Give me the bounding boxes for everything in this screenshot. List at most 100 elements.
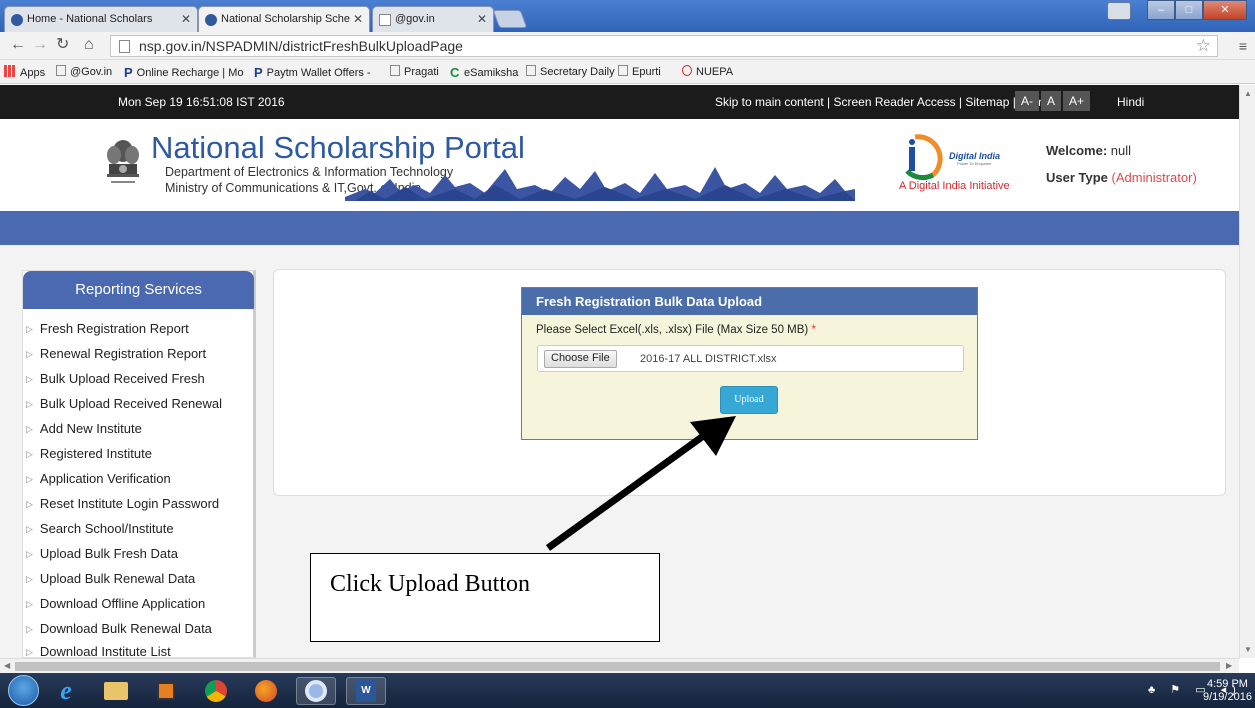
- bookmark-star-icon[interactable]: ☆: [1196, 36, 1211, 56]
- tab-label: @gov.in: [395, 13, 435, 25]
- taskbar-clock[interactable]: 4:59 PM 9/19/2016: [1203, 678, 1252, 704]
- sidebar-item-reset-institute-login-password[interactable]: ▷ Reset Institute Login Password: [26, 496, 219, 511]
- user-type-text: User Type (Administrator): [1046, 170, 1197, 185]
- sidebar-item-download-institute-list[interactable]: ▷ Download Institute List: [26, 644, 171, 659]
- minimize-button[interactable]: –: [1147, 0, 1175, 20]
- close-tab-icon[interactable]: ✕: [477, 12, 487, 26]
- triangle-right-icon: ▷: [26, 399, 33, 409]
- esamiksha-icon: C: [450, 65, 460, 80]
- bookmark-apps[interactable]: Apps: [4, 65, 45, 79]
- menu-icon[interactable]: ≡: [1239, 38, 1247, 54]
- scroll-thumb[interactable]: [15, 662, 1220, 671]
- page-icon: [618, 65, 628, 76]
- bookmark-recharge[interactable]: P Online Recharge | Mo: [124, 65, 243, 80]
- vertical-scrollbar[interactable]: ▲ ▼: [1239, 85, 1255, 658]
- sidebar-item-download-offline-application[interactable]: ▷ Download Offline Application: [26, 596, 205, 611]
- apps-grid-icon: [4, 65, 16, 77]
- required-marker: *: [811, 324, 816, 336]
- triangle-right-icon: ▷: [26, 549, 33, 559]
- site-icon: [11, 14, 23, 26]
- maximize-button[interactable]: □: [1175, 0, 1203, 20]
- svg-text:Power To Empower: Power To Empower: [957, 161, 992, 166]
- firefox-icon[interactable]: [246, 677, 286, 705]
- tab-national-scholarship[interactable]: National Scholarship Sche ✕: [198, 6, 370, 32]
- tab-gov-mail[interactable]: @gov.in ✕: [372, 6, 494, 32]
- clock-time: 4:59 PM: [1206, 678, 1248, 690]
- sidebar-item-add-new-institute[interactable]: ▷ Add New Institute: [26, 421, 142, 436]
- chrome-active-icon[interactable]: [296, 677, 336, 705]
- bookmark-epurti[interactable]: Epurti: [618, 65, 661, 78]
- tab-home[interactable]: Home - National Scholars ✕: [4, 6, 198, 32]
- upload-button[interactable]: Upload: [720, 386, 778, 414]
- hindi-link[interactable]: Hindi: [1117, 95, 1144, 109]
- scroll-up-icon[interactable]: ▲: [1244, 89, 1252, 98]
- bookmark-esamiksha[interactable]: CeSamiksha: [450, 65, 518, 80]
- scroll-right-icon[interactable]: ▶: [1226, 661, 1232, 670]
- upload-form-title: Fresh Registration Bulk Data Upload: [522, 288, 977, 315]
- site-top-bar: Mon Sep 19 16:51:08 IST 2016 Skip to mai…: [0, 85, 1239, 119]
- new-tab-button[interactable]: [492, 10, 528, 28]
- user-profile-button[interactable]: [1107, 2, 1131, 20]
- file-input[interactable]: Choose File 2016-17 ALL DISTRICT.xlsx: [537, 345, 964, 372]
- tab-label: Home - National Scholars: [27, 13, 153, 25]
- horizontal-scrollbar[interactable]: ◀ ▶: [0, 658, 1239, 673]
- page-icon: [119, 40, 130, 53]
- file-explorer-icon[interactable]: [96, 677, 136, 705]
- chrome-icon[interactable]: [196, 677, 236, 705]
- sidebar-item-search-school-institute[interactable]: ▷ Search School/Institute: [26, 521, 174, 536]
- selected-file-name: 2016-17 ALL DISTRICT.xlsx: [640, 353, 777, 365]
- sidebar-item-upload-bulk-renewal-data[interactable]: ▷ Upload Bulk Renewal Data: [26, 571, 195, 586]
- bookmark-secretary-daily[interactable]: Secretary Daily: [526, 65, 615, 78]
- window-controls: – □ ✕: [1147, 0, 1247, 22]
- sidebar-item-bulk-upload-received-renewal[interactable]: ▷ Bulk Upload Received Renewal: [26, 396, 222, 411]
- bookmark-paytm[interactable]: P Paytm Wallet Offers -: [254, 65, 371, 80]
- font-increase-button[interactable]: A+: [1063, 91, 1091, 111]
- accessibility-links[interactable]: Skip to main content | Screen Reader Acc…: [715, 95, 1058, 109]
- sidebar-item-download-bulk-renewal-data[interactable]: ▷ Download Bulk Renewal Data: [26, 621, 212, 636]
- media-player-icon[interactable]: [146, 677, 186, 705]
- sidebar-item-registered-institute[interactable]: ▷ Registered Institute: [26, 446, 152, 461]
- close-window-button[interactable]: ✕: [1203, 0, 1247, 20]
- sidebar-item-fresh-registration-report[interactable]: ▷ Fresh Registration Report: [26, 321, 189, 336]
- sidebar-item-bulk-upload-received-fresh[interactable]: ▷ Bulk Upload Received Fresh: [26, 371, 205, 386]
- font-normal-button[interactable]: A: [1041, 91, 1062, 111]
- paytm-icon: P: [124, 65, 133, 80]
- page-icon: [390, 65, 400, 76]
- bookmark-gov[interactable]: @Gov.in: [56, 65, 112, 78]
- page-icon: [526, 65, 536, 76]
- bulk-upload-form: Fresh Registration Bulk Data Upload Plea…: [521, 287, 978, 440]
- forward-icon[interactable]: →: [32, 37, 48, 53]
- back-icon[interactable]: ←: [10, 37, 26, 53]
- triangle-right-icon: ▷: [26, 499, 33, 509]
- sidebar-item-renewal-registration-report[interactable]: ▷ Renewal Registration Report: [26, 346, 206, 361]
- address-bar[interactable]: nsp.gov.in/NSPADMIN/districtFreshBulkUpl…: [110, 35, 1218, 57]
- triangle-right-icon: ▷: [26, 624, 33, 634]
- national-emblem-icon: [107, 140, 139, 183]
- windows-taskbar: e W ♣ ⚑ ▭ ◂) 4:59 PM 9/19/2016: [0, 673, 1255, 708]
- word-icon[interactable]: W: [346, 677, 386, 705]
- start-button[interactable]: [8, 675, 39, 706]
- font-decrease-button[interactable]: A-: [1015, 91, 1039, 111]
- internet-explorer-icon[interactable]: e: [46, 676, 86, 705]
- nuepa-icon: [682, 65, 692, 76]
- bookmark-nuepa[interactable]: NUEPA: [682, 65, 733, 78]
- scroll-left-icon[interactable]: ◀: [4, 661, 10, 670]
- close-tab-icon[interactable]: ✕: [181, 12, 191, 26]
- browser-toolbar: ← → ↻ ⌂ nsp.gov.in/NSPADMIN/districtFres…: [0, 32, 1255, 60]
- triangle-right-icon: ▷: [26, 424, 33, 434]
- site-icon: [205, 14, 217, 26]
- page-icon: [56, 65, 66, 76]
- tab-label: National Scholarship Sche: [221, 13, 351, 25]
- sidebar-item-upload-bulk-fresh-data[interactable]: ▷ Upload Bulk Fresh Data: [26, 546, 178, 561]
- bookmark-pragati[interactable]: Pragati: [390, 65, 439, 78]
- scroll-down-icon[interactable]: ▼: [1244, 645, 1252, 654]
- sidebar-item-application-verification[interactable]: ▷ Application Verification: [26, 471, 171, 486]
- choose-file-button[interactable]: Choose File: [544, 350, 617, 368]
- nav-bar: [0, 211, 1239, 245]
- site-header: National Scholarship Portal Department o…: [0, 119, 1239, 211]
- home-icon[interactable]: ⌂: [84, 37, 94, 53]
- url-text: nsp.gov.in/NSPADMIN/districtFreshBulkUpl…: [139, 38, 463, 54]
- reload-icon[interactable]: ↻: [56, 37, 69, 53]
- close-tab-icon[interactable]: ✕: [353, 12, 363, 26]
- triangle-right-icon: ▷: [26, 324, 33, 334]
